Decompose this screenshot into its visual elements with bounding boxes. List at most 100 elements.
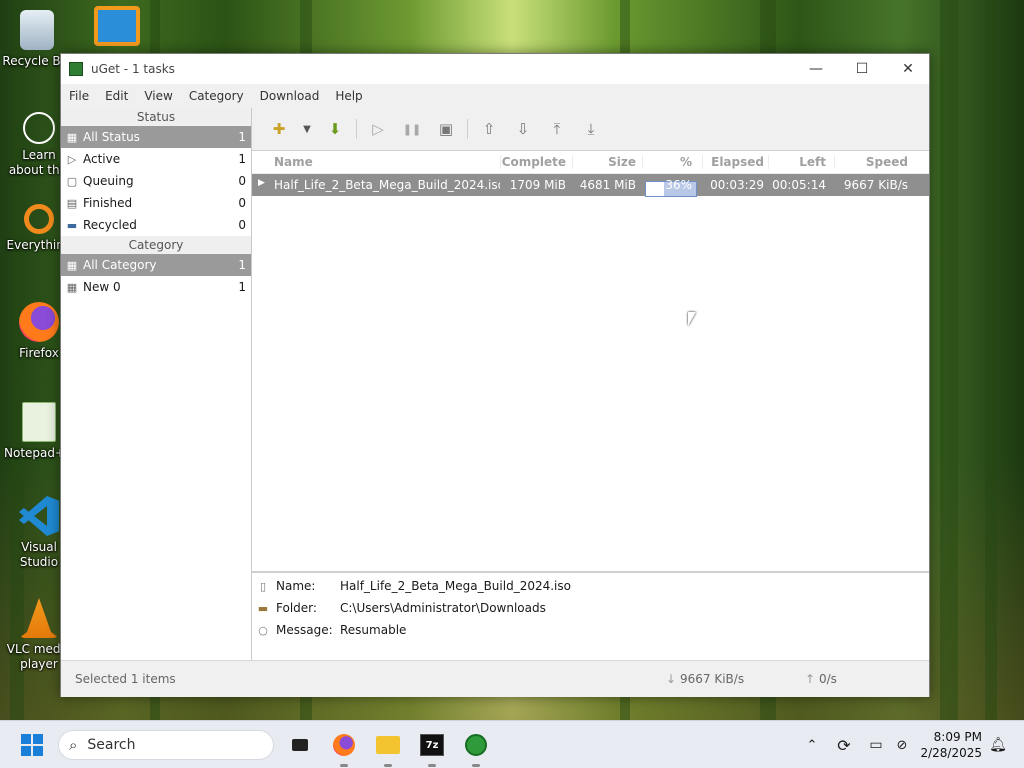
row-name-text: Half_Life_2_Beta_Mega_Build_2024.iso bbox=[274, 178, 500, 192]
pause-icon[interactable]: ❚❚ bbox=[395, 114, 429, 144]
sidebar-item-new-0[interactable]: ▦ New 0 1 bbox=[61, 276, 251, 298]
start-button[interactable] bbox=[20, 733, 44, 757]
menu-help[interactable]: Help bbox=[327, 89, 370, 103]
table-row[interactable]: ▶ Half_Life_2_Beta_Mega_Build_2024.iso 1… bbox=[252, 174, 929, 197]
selected-count: Selected 1 items bbox=[75, 672, 176, 686]
tray-volume-icon[interactable]: ⊘ bbox=[890, 733, 914, 757]
column-name[interactable]: Name bbox=[252, 155, 500, 169]
column-size[interactable]: Size bbox=[572, 155, 642, 169]
taskbar-uget-icon[interactable] bbox=[464, 733, 488, 757]
task-view-icon[interactable] bbox=[288, 733, 312, 757]
finished-icon: ▤ bbox=[66, 196, 78, 210]
uget-window: uGet - 1 tasks — ☐ ✕ File Edit View Cate… bbox=[60, 53, 930, 697]
move-up-icon[interactable]: ⇧ bbox=[472, 114, 506, 144]
row-percent: 36% bbox=[665, 178, 692, 192]
sidebar-item-count: 1 bbox=[238, 130, 246, 144]
download-arrow-icon: ↓ bbox=[666, 672, 677, 686]
menu-edit[interactable]: Edit bbox=[97, 89, 136, 103]
sidebar-item-count: 0 bbox=[238, 196, 246, 210]
window-title: uGet - 1 tasks bbox=[91, 62, 175, 76]
move-down-icon[interactable]: ⇩ bbox=[506, 114, 540, 144]
download-speed: 9667 KiB/s bbox=[680, 672, 745, 686]
uget-shape bbox=[465, 734, 487, 756]
list-header: Name Complete Size % Elapsed Left Speed bbox=[252, 151, 929, 174]
desktop-icon-app[interactable] bbox=[82, 6, 152, 50]
sidebar-item-all-status[interactable]: ▦ All Status 1 bbox=[61, 126, 251, 148]
column-complete[interactable]: Complete bbox=[500, 155, 572, 169]
start-icon[interactable]: ▷ bbox=[361, 114, 395, 144]
app-shortcut-icon bbox=[94, 6, 140, 46]
menu-view[interactable]: View bbox=[136, 89, 180, 103]
minimize-button[interactable]: — bbox=[793, 54, 839, 84]
sidebar-item-recycled[interactable]: ▬ Recycled 0 bbox=[61, 214, 251, 236]
new-download-icon[interactable]: ✚ bbox=[262, 114, 296, 144]
recycle-bin-icon bbox=[20, 10, 54, 50]
detail-message-value: Resumable bbox=[340, 623, 407, 637]
column-elapsed[interactable]: Elapsed bbox=[702, 155, 768, 169]
row-speed: 9667 KiB/s bbox=[843, 178, 908, 192]
file-icon: ▯ bbox=[259, 579, 267, 593]
properties-icon[interactable]: ▣ bbox=[429, 114, 463, 144]
menu-download[interactable]: Download bbox=[252, 89, 328, 103]
sidebar-item-label: Recycled bbox=[83, 218, 137, 232]
tray-time: 8:09 PM bbox=[933, 730, 982, 744]
move-top-icon[interactable]: ⤒ bbox=[540, 114, 574, 144]
taskbar-search-box[interactable]: ⌕ Search bbox=[58, 730, 274, 760]
column-left[interactable]: Left bbox=[768, 155, 834, 169]
main-panel: ✚ ▼ ⬇ ▷ ❚❚ ▣ ⇧ ⇩ ⤒ ⤓ Name Complete Size … bbox=[252, 108, 929, 660]
column-speed[interactable]: Speed bbox=[834, 155, 916, 169]
toolbar-separator bbox=[467, 119, 468, 139]
sidebar-item-all-category[interactable]: ▦ All Category 1 bbox=[61, 254, 251, 276]
dropdown-arrow-icon[interactable]: ▼ bbox=[296, 114, 318, 144]
sidebar-item-finished[interactable]: ▤ Finished 0 bbox=[61, 192, 251, 214]
move-bottom-icon[interactable]: ⤓ bbox=[574, 114, 608, 144]
status-header: Status bbox=[61, 108, 251, 126]
running-indicator bbox=[428, 764, 436, 767]
maximize-button[interactable]: ☐ bbox=[839, 54, 885, 84]
expand-icon[interactable]: ▶ bbox=[258, 178, 265, 188]
menu-category[interactable]: Category bbox=[181, 89, 252, 103]
download-list: Name Complete Size % Elapsed Left Speed … bbox=[252, 151, 929, 573]
category-header: Category bbox=[61, 236, 251, 254]
sidebar-item-queuing[interactable]: ▢ Queuing 0 bbox=[61, 170, 251, 192]
lightbulb-icon: ○ bbox=[258, 623, 268, 637]
batch-download-icon[interactable]: ⬇ bbox=[318, 114, 352, 144]
row-progress: 36% bbox=[642, 178, 702, 197]
tray-clock[interactable]: 8:09 PM 2/28/2025 bbox=[918, 729, 982, 761]
notification-bell-icon[interactable]: 🔔︎ bbox=[986, 733, 1010, 757]
active-icon: ▷ bbox=[67, 152, 77, 166]
tray-update-icon[interactable]: ⟳ bbox=[832, 733, 856, 757]
menu-file[interactable]: File bbox=[61, 89, 97, 103]
close-button[interactable]: ✕ bbox=[885, 54, 931, 84]
taskbar-7zip-icon[interactable]: 7z bbox=[420, 733, 444, 757]
upload-arrow-icon: ↑ bbox=[805, 672, 816, 686]
taskbar-file-explorer-icon[interactable] bbox=[376, 733, 400, 757]
queuing-icon: ▢ bbox=[66, 174, 78, 188]
taskbar-firefox-icon[interactable] bbox=[332, 733, 356, 757]
firefox-icon bbox=[19, 302, 59, 342]
toolbar-separator bbox=[356, 119, 357, 139]
everything-icon bbox=[24, 204, 54, 234]
tray-date: 2/28/2025 bbox=[920, 746, 982, 760]
status-bar: Selected 1 items ↓ 9667 KiB/s ↑ 0/s bbox=[61, 660, 929, 697]
tray-network-icon[interactable]: ▭ bbox=[864, 733, 888, 757]
row-complete: 1709 MiB bbox=[509, 178, 566, 192]
column-percent[interactable]: % bbox=[642, 155, 702, 169]
running-indicator bbox=[472, 764, 480, 767]
sidebar-item-label: Finished bbox=[83, 196, 133, 210]
learn-picture-icon bbox=[23, 112, 55, 144]
firefox-shape bbox=[333, 734, 355, 756]
detail-name-label: Name: bbox=[276, 579, 316, 593]
menu-bar: File Edit View Category Download Help bbox=[61, 84, 929, 108]
detail-folder-row: ▬ Folder: C:\Users\Administrator\Downloa… bbox=[252, 597, 929, 619]
tray-overflow-icon[interactable]: ⌃ bbox=[800, 733, 824, 757]
title-bar[interactable]: uGet - 1 tasks — ☐ ✕ bbox=[61, 54, 929, 84]
search-placeholder: Search bbox=[87, 737, 136, 753]
all-category-icon: ▦ bbox=[66, 258, 78, 272]
sidebar-item-count: 1 bbox=[238, 280, 246, 294]
row-name: ▶ Half_Life_2_Beta_Mega_Build_2024.iso bbox=[252, 178, 500, 192]
detail-message-label: Message: bbox=[276, 623, 333, 637]
row-size: 4681 MiB bbox=[579, 178, 636, 192]
task-view-shape bbox=[292, 739, 308, 751]
sidebar-item-active[interactable]: ▷ Active 1 bbox=[61, 148, 251, 170]
